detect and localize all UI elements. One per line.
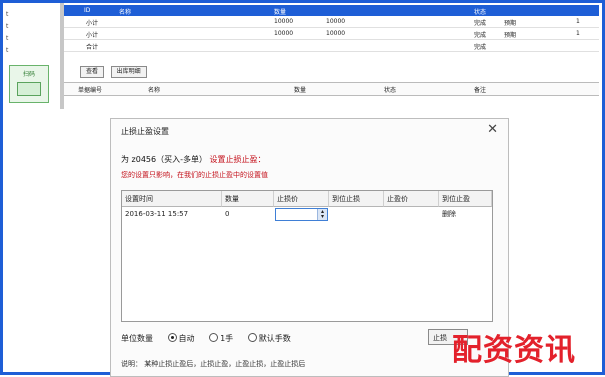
grid-cell: 完成 — [474, 20, 487, 27]
grid-header-cell[interactable]: 状态 — [474, 7, 486, 16]
grid-cell: 10000 — [274, 18, 294, 25]
col-header[interactable]: 数量 — [222, 191, 274, 207]
unit-radio-group: 单位数量 自动 1手 默认手数 — [121, 333, 303, 344]
row-time: 2016-03-11 15:57 — [125, 210, 189, 218]
stop-loss-dialog: 止损止盈设置 ✕ 为 z0456（买入-多单） 设置止损止盈： 您的设置只影响，… — [110, 118, 509, 377]
grid-row[interactable]: 合计 完成 — [64, 40, 599, 52]
col-header[interactable]: 止盈价 — [384, 191, 439, 207]
close-icon[interactable]: ✕ — [487, 122, 498, 137]
grid-cell: 10000 — [326, 18, 346, 25]
grid-cell: 完成 — [474, 44, 487, 51]
col-header[interactable]: 止损价 — [274, 191, 329, 207]
left-panel-text: t — [6, 35, 9, 42]
grid-row[interactable]: 小计 10000 10000 完成 预期 1 — [64, 16, 599, 28]
grid-cell: 合计 — [86, 44, 99, 51]
detail-header-cell[interactable]: 备注 — [474, 85, 486, 94]
stop-loss-input[interactable]: ▴ ▾ — [275, 208, 328, 221]
grid-row[interactable]: 小计 10000 10000 完成 预期 1 — [64, 28, 599, 40]
radio-off-icon[interactable] — [209, 333, 219, 342]
detail-header-cell[interactable]: 单据编号 — [78, 85, 102, 94]
left-panel-text: t — [6, 11, 9, 18]
grid-cell: 预期 — [504, 20, 517, 27]
grid-header-cell[interactable]: 名称 — [119, 7, 131, 16]
grid-cell: 小计 — [86, 20, 99, 27]
scan-button[interactable] — [17, 82, 41, 96]
detail-header-cell[interactable]: 状态 — [384, 85, 396, 94]
grid-cell: 小计 — [86, 32, 99, 39]
grid-header-cell[interactable]: 数量 — [274, 7, 286, 16]
target-suffix: 设置止损止盈： — [209, 155, 266, 164]
target-code: z0456（买入-多单） — [131, 155, 207, 164]
main-grid: ID 名称 数量 状态 小计 10000 10000 完成 预期 1 小计 10… — [64, 5, 599, 52]
left-panel-text: t — [6, 23, 9, 30]
left-panel-text: t — [6, 47, 9, 54]
col-header[interactable]: 设置时间 — [122, 191, 222, 207]
scan-label: 扫码 — [22, 71, 35, 78]
radio-on-icon[interactable] — [167, 333, 177, 342]
stop-loss-table: 设置时间 数量 止损价 到位止损 止盈价 到位止盈 2016-03-11 15:… — [121, 190, 493, 322]
radio-off-icon[interactable] — [247, 333, 257, 342]
grid-cell: 1 — [576, 18, 580, 25]
tab-outbound-detail[interactable]: 出库明细 — [110, 66, 147, 78]
detail-header-cell[interactable]: 名称 — [148, 85, 160, 94]
radio-option-label: 默认手数 — [258, 334, 291, 343]
grid-cell: 完成 — [474, 32, 487, 39]
radio-one-lot[interactable]: 1手 — [209, 333, 233, 344]
spinner-icon[interactable]: ▴ ▾ — [317, 209, 327, 220]
radio-label: 单位数量 — [121, 334, 153, 343]
detail-grid-header: 单据编号 名称 数量 状态 备注 — [64, 82, 599, 96]
radio-option-label: 自动 — [178, 334, 195, 343]
tab-bar: 查看 出库明细 — [80, 66, 151, 78]
dialog-title: 止损止盈设置 — [121, 127, 169, 136]
delete-link[interactable]: 删除 — [439, 208, 492, 221]
detail-header-cell[interactable]: 数量 — [294, 85, 306, 94]
scan-widget[interactable]: 扫码 — [9, 65, 49, 103]
col-header[interactable]: 到位止盈 — [439, 191, 492, 207]
row-qty: 0 — [225, 210, 230, 218]
grid-header: ID 名称 数量 状态 — [64, 5, 599, 16]
dialog-warning: 您的设置只影响，在我们的止损止盈中的设置值 — [121, 171, 268, 179]
watermark-text: 配资资讯 — [452, 333, 576, 368]
radio-default[interactable]: 默认手数 — [247, 333, 291, 344]
grid-cell: 1 — [576, 30, 580, 37]
grid-cell: 10000 — [274, 30, 294, 37]
grid-header-cell[interactable]: ID — [84, 7, 90, 14]
dialog-footnote: 说明： 某种止损止盈后，止损止盈，止盈止损，止盈止损后 — [121, 360, 306, 368]
target-prefix: 为 — [121, 155, 129, 164]
col-header[interactable]: 到位止损 — [329, 191, 384, 207]
dialog-target-line: 为 z0456（买入-多单） 设置止损止盈： — [121, 154, 266, 165]
radio-option-label: 1手 — [220, 334, 234, 343]
left-panel: t t t t 扫码 — [3, 3, 58, 113]
radio-auto[interactable]: 自动 — [167, 333, 195, 344]
grid-cell: 10000 — [326, 30, 346, 37]
grid-cell: 预期 — [504, 32, 517, 39]
tab-view[interactable]: 查看 — [80, 66, 105, 78]
